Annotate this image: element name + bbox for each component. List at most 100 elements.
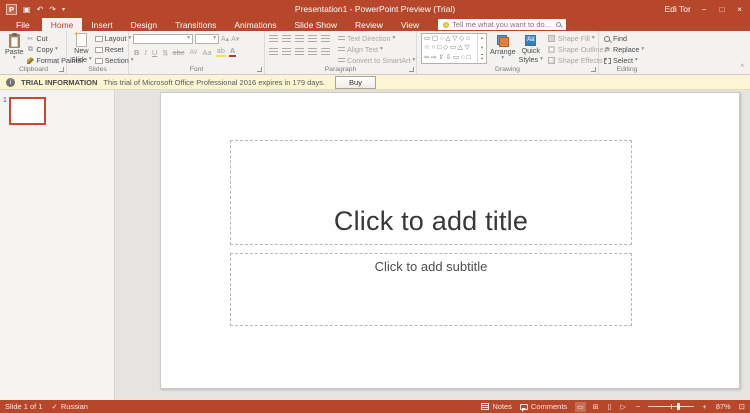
quick-styles-button[interactable]: Aa Quick Styles ▾ xyxy=(519,33,543,64)
redo-icon[interactable]: ↷ xyxy=(49,5,56,14)
gallery-scroll-up-icon[interactable]: ▴ xyxy=(481,35,483,41)
strikethrough-icon[interactable]: abc xyxy=(171,48,185,57)
slide-show-view-icon[interactable]: ▷ xyxy=(619,402,628,412)
qat-customize-icon[interactable]: ▾ xyxy=(62,6,65,13)
slides-group-label: Slides xyxy=(88,66,107,73)
replace-icon: ⇄ xyxy=(604,46,610,54)
powerpoint-app-icon[interactable]: P xyxy=(6,3,17,15)
paste-button[interactable]: Paste ▾ xyxy=(5,32,23,64)
tab-file[interactable]: File xyxy=(4,18,42,31)
language-button[interactable]: ✓ Russian xyxy=(52,402,88,411)
reset-label: Reset xyxy=(104,45,124,54)
lightbulb-icon xyxy=(443,21,450,28)
gallery-more-icon[interactable]: ▾ xyxy=(480,54,484,62)
tab-home[interactable]: Home xyxy=(41,18,83,31)
italic-icon[interactable]: I xyxy=(143,48,148,57)
comments-button[interactable]: Comments xyxy=(519,402,567,412)
clipboard-dialog-launcher-icon[interactable] xyxy=(59,67,64,72)
convert-to-smartart-button[interactable]: Convert to SmartArt ▾ xyxy=(337,56,415,65)
paragraph-dialog-launcher-icon[interactable] xyxy=(409,67,414,72)
editing-group-label: Editing xyxy=(616,66,638,73)
subtitle-placeholder[interactable]: Click to add subtitle xyxy=(230,253,632,326)
bullets-icon[interactable] xyxy=(269,35,278,43)
smartart-icon xyxy=(337,57,345,64)
change-case-icon[interactable]: Aa xyxy=(201,48,212,57)
text-direction-button[interactable]: Text Direction ▾ xyxy=(337,34,415,43)
align-text-button[interactable]: Align Text ▾ xyxy=(337,45,415,54)
undo-icon[interactable]: ↶ xyxy=(37,5,44,14)
gallery-scroll-down-icon[interactable]: ▾ xyxy=(481,45,483,51)
quick-styles-icon: Aa xyxy=(525,34,537,46)
shrink-font-icon[interactable]: A▾ xyxy=(231,35,239,43)
zoom-out-icon[interactable]: − xyxy=(636,402,640,411)
slide-thumbnail[interactable] xyxy=(8,97,46,125)
font-name-combo[interactable]: ▾ xyxy=(133,34,193,44)
align-center-icon[interactable] xyxy=(282,48,291,56)
zoom-slider-thumb[interactable] xyxy=(676,403,680,410)
shapes-gallery[interactable]: ▭ ▢ ○ △ ▽ ◇ ⌂ ☆ ○ □ ◇ ▭ △ ▽ ⇦ ⇨ ⇧ ⇩ ▭ ○ … xyxy=(421,33,487,64)
chevron-down-icon: ▾ xyxy=(392,34,396,41)
buy-button[interactable]: Buy xyxy=(335,75,376,89)
title-placeholder[interactable]: Click to add title xyxy=(230,140,632,245)
shapes-row-3[interactable]: ⇦ ⇨ ⇧ ⇩ ▭ ○ □ xyxy=(424,54,475,62)
collapse-ribbon-icon[interactable]: ^ xyxy=(741,64,744,71)
tab-slide-show[interactable]: Slide Show xyxy=(285,18,346,31)
align-text-label: Align Text xyxy=(347,45,379,54)
tab-design[interactable]: Design xyxy=(122,18,166,31)
save-icon[interactable]: ▣ xyxy=(23,5,31,14)
underline-icon[interactable]: U xyxy=(151,48,158,57)
notes-button[interactable]: Notes xyxy=(481,402,512,411)
shapes-row-1[interactable]: ▭ ▢ ○ △ ▽ ◇ ⌂ xyxy=(424,35,475,43)
zoom-in-icon[interactable]: + xyxy=(702,402,706,411)
numbering-icon[interactable] xyxy=(282,35,291,43)
new-slide-button[interactable]: New Slide ▾ xyxy=(71,33,92,64)
find-button[interactable]: Find xyxy=(603,34,644,43)
replace-button[interactable]: ⇄ Replace ▾ xyxy=(603,45,644,54)
tab-insert[interactable]: Insert xyxy=(82,18,121,31)
maximize-button[interactable]: □ xyxy=(717,5,726,14)
tab-animations[interactable]: Animations xyxy=(225,18,285,31)
text-shadow-icon[interactable]: S xyxy=(161,48,168,57)
select-button[interactable]: Select ▾ xyxy=(603,56,644,65)
info-icon: i xyxy=(6,77,15,87)
bold-icon[interactable]: B xyxy=(133,48,140,57)
user-name[interactable]: Edi Tor xyxy=(665,4,691,14)
slide-canvas[interactable]: Click to add title Click to add subtitle xyxy=(160,92,740,389)
slide-sorter-view-icon[interactable]: ⊞ xyxy=(591,402,601,412)
tab-review[interactable]: Review xyxy=(346,18,392,31)
character-spacing-icon[interactable]: AV xyxy=(188,49,198,56)
normal-view-icon[interactable]: ▭ xyxy=(575,401,586,412)
drawing-dialog-launcher-icon[interactable] xyxy=(591,67,596,72)
tab-transitions[interactable]: Transitions xyxy=(166,18,225,31)
chevron-down-icon: ▾ xyxy=(641,45,645,52)
increase-indent-icon[interactable] xyxy=(308,35,317,43)
powerpoint-window: P ▣ ↶ ↷ ▾ Presentation1 - PowerPoint Pre… xyxy=(0,0,750,413)
search-icon xyxy=(556,22,562,27)
font-color-icon[interactable]: A xyxy=(228,46,237,58)
section-button[interactable]: Section ▾ xyxy=(94,56,134,65)
font-dialog-launcher-icon[interactable] xyxy=(257,67,262,72)
select-label: Select xyxy=(613,56,633,65)
decrease-indent-icon[interactable] xyxy=(295,35,304,43)
zoom-slider[interactable] xyxy=(648,403,695,410)
line-spacing-icon[interactable] xyxy=(321,35,330,43)
text-highlight-color-icon[interactable]: ab xyxy=(215,46,226,58)
tab-view[interactable]: View xyxy=(392,18,428,31)
reading-view-icon[interactable]: ▯ xyxy=(606,402,614,412)
arrange-button[interactable]: Arrange ▾ xyxy=(490,33,516,64)
shapes-row-2[interactable]: ☆ ○ □ ◇ ▭ △ ▽ xyxy=(424,44,475,52)
justify-icon[interactable] xyxy=(308,48,317,56)
layout-button[interactable]: Layout ▾ xyxy=(94,34,134,43)
font-size-combo[interactable]: ▾ xyxy=(195,34,219,44)
close-button[interactable]: × xyxy=(735,5,744,14)
columns-icon[interactable] xyxy=(321,48,330,56)
align-right-icon[interactable] xyxy=(295,48,304,56)
minimize-button[interactable]: − xyxy=(700,5,709,14)
align-left-icon[interactable] xyxy=(269,48,278,56)
fit-to-window-icon[interactable]: ⊡ xyxy=(739,402,745,411)
chevron-down-icon: ▾ xyxy=(634,56,638,63)
reset-button[interactable]: Reset xyxy=(94,45,134,54)
tell-me-box[interactable]: Tell me what you want to do... xyxy=(438,19,567,30)
zoom-level[interactable]: 87% xyxy=(715,402,731,411)
grow-font-icon[interactable]: A▴ xyxy=(221,35,229,43)
